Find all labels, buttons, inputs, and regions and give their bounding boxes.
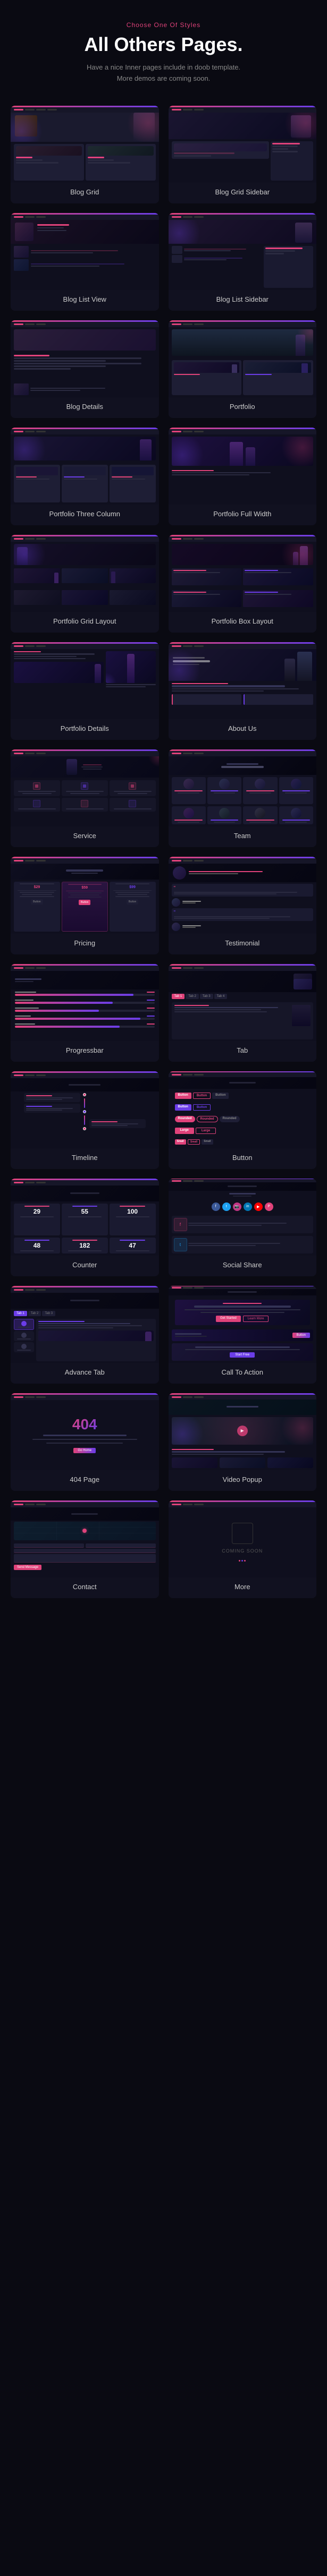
card-label-more: More [230, 1577, 255, 1598]
card-label-portfolio-box-layout: Portfolio Box Layout [207, 612, 278, 633]
card-team[interactable]: Team [169, 749, 317, 847]
card-timeline[interactable]: Timeline [11, 1071, 159, 1169]
card-portfolio-details[interactable]: Portfolio Details [11, 642, 159, 740]
card-blog-grid-sidebar[interactable]: Blog Grid Sidebar [169, 106, 317, 203]
card-label-button: Button [228, 1148, 257, 1169]
card-label-service: Service [69, 826, 100, 847]
card-label-portfolio-three-column: Portfolio Three Column [45, 505, 124, 525]
cards-grid: Blog Grid [0, 100, 327, 1619]
eyebrow-text: Choose One Of Styles [11, 21, 316, 29]
card-label-portfolio-details: Portfolio Details [56, 719, 113, 740]
card-counter[interactable]: 29 55 100 [11, 1179, 159, 1276]
card-blog-details[interactable]: Blog Details [11, 320, 159, 418]
card-label-portfolio-full-width: Portfolio Full Width [209, 505, 275, 525]
card-label-blog-details: Blog Details [62, 397, 107, 418]
card-label-blog-list-sidebar: Blog List Sidebar [212, 290, 273, 311]
card-label-blog-list-view: Blog List View [59, 290, 111, 311]
header: Choose One Of Styles All Others Pages. H… [0, 0, 327, 100]
card-service[interactable]: Service [11, 749, 159, 847]
card-label-contact: Contact [69, 1577, 101, 1598]
card-label-blog-grid: Blog Grid [66, 183, 103, 203]
card-label-video-popup: Video Popup [219, 1470, 266, 1491]
card-portfolio[interactable]: Portfolio [169, 320, 317, 418]
card-tab[interactable]: Tab 1 Tab 2 Tab 3 Tab 4 Tab [169, 964, 317, 1062]
card-video-popup[interactable]: ▶ Video Popup [169, 1393, 317, 1491]
card-label-counter: Counter [68, 1256, 101, 1276]
card-label-social-share: Social Share [219, 1256, 266, 1276]
card-label-testimonial: Testimonial [221, 934, 264, 954]
card-blog-list-view[interactable]: Blog List View [11, 213, 159, 311]
card-label-team: Team [230, 826, 255, 847]
card-portfolio-grid-layout[interactable]: Portfolio Grid Layout [11, 535, 159, 633]
card-button[interactable]: Button Button Button Button Button Round… [169, 1071, 317, 1169]
card-label-portfolio-grid-layout: Portfolio Grid Layout [49, 612, 121, 633]
card-social-share[interactable]: f t 📷 in ▶ P f [169, 1179, 317, 1276]
card-call-to-action[interactable]: Get Started Learn More Button [169, 1286, 317, 1384]
card-404-page[interactable]: 404 Go Home 404 Page [11, 1393, 159, 1491]
card-portfolio-box-layout[interactable]: Portfolio Box Layout [169, 535, 317, 633]
card-label-advance-tab: Advance Tab [61, 1363, 109, 1384]
card-portfolio-full-width[interactable]: Portfolio Full Width [169, 428, 317, 525]
card-progressbar[interactable]: Progressbar [11, 964, 159, 1062]
card-more[interactable]: COMING SOON More [169, 1500, 317, 1598]
card-contact[interactable]: Send Message Contact [11, 1500, 159, 1598]
card-blog-list-sidebar[interactable]: Blog List Sidebar [169, 213, 317, 311]
card-testimonial[interactable]: " " [169, 857, 317, 954]
card-label-portfolio: Portfolio [225, 397, 259, 418]
card-label-about-us: About Us [224, 719, 261, 740]
card-label-timeline: Timeline [68, 1148, 102, 1169]
card-label-blog-grid-sidebar: Blog Grid Sidebar [211, 183, 274, 203]
card-advance-tab[interactable]: Tab 1 Tab 2 Tab 3 [11, 1286, 159, 1384]
card-label-404-page: 404 Page [65, 1470, 104, 1491]
card-label-pricing: Pricing [70, 934, 99, 954]
card-label-progressbar: Progressbar [62, 1041, 108, 1062]
card-about-us[interactable]: About Us [169, 642, 317, 740]
page-title: All Others Pages. [11, 33, 316, 56]
subtitle: Have a nice Inner pages include in doob … [11, 62, 316, 84]
card-pricing[interactable]: $29 Button $59 Button [11, 857, 159, 954]
card-label-call-to-action: Call To Action [217, 1363, 267, 1384]
card-blog-grid[interactable]: Blog Grid [11, 106, 159, 203]
card-portfolio-three-column[interactable]: Portfolio Three Column [11, 428, 159, 525]
card-label-tab: Tab [232, 1041, 252, 1062]
